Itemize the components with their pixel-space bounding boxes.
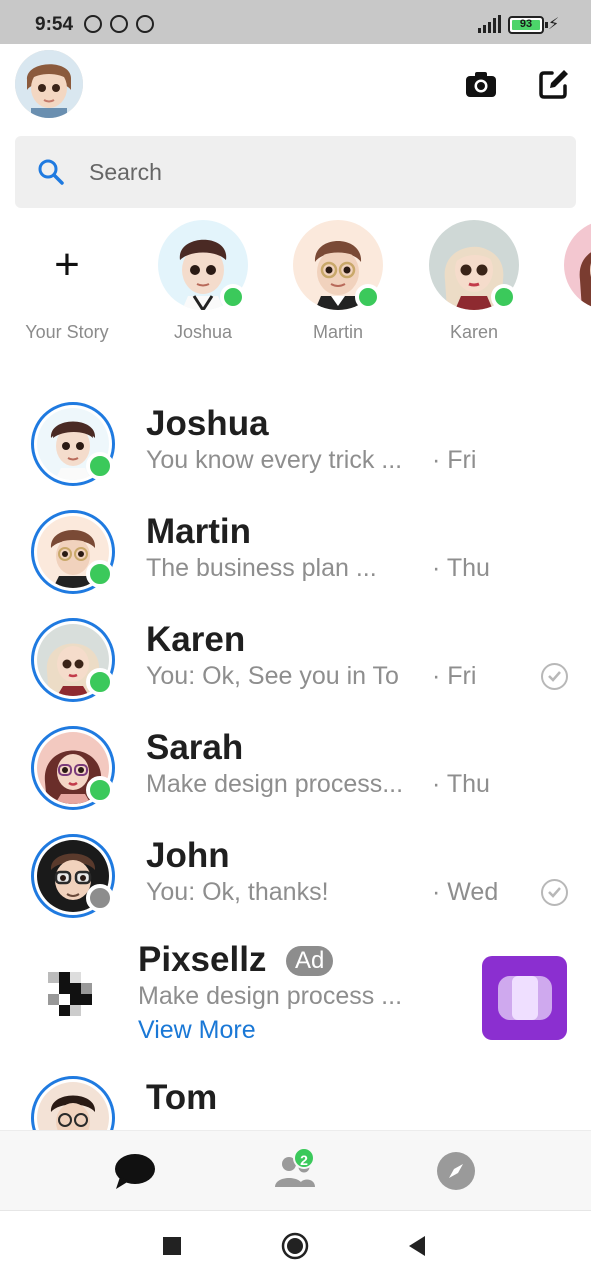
chat-name: Joshua	[146, 404, 269, 443]
away-indicator	[86, 884, 114, 912]
profile-avatar[interactable]	[15, 50, 83, 118]
chat-time: · Fri	[432, 446, 477, 474]
search-icon	[38, 159, 64, 185]
add-story-icon: +	[54, 240, 80, 289]
chat-time: · Thu	[432, 770, 490, 798]
ad-row-pixsellz[interactable]: Pixsellz Ad Make design process ... View…	[0, 930, 591, 1060]
ad-thumbnail[interactable]	[482, 956, 567, 1040]
chat-preview: Make design process...	[146, 770, 404, 798]
bottom-tab-bar: 2	[0, 1130, 591, 1210]
chat-row-martin[interactable]: Martin The business plan ... · Thu	[0, 498, 591, 606]
chat-name: Sarah	[146, 728, 244, 767]
chat-name: Martin	[146, 512, 251, 551]
tab-discover[interactable]	[426, 1145, 486, 1197]
camera-button[interactable]	[463, 66, 499, 102]
alarm-icon	[84, 15, 102, 33]
square-icon	[163, 1237, 181, 1255]
pixsellz-logo-icon	[48, 972, 92, 1016]
ad-badge: Ad	[286, 946, 334, 976]
chat-time: · Wed	[432, 878, 499, 906]
story-name: S	[549, 322, 591, 343]
online-indicator	[86, 560, 114, 588]
back-triangle-icon	[409, 1236, 425, 1256]
chat-row-karen[interactable]: Karen You: Ok, See you in To · Fri	[0, 606, 591, 714]
home-button[interactable]	[280, 1231, 310, 1261]
search-bar[interactable]	[15, 136, 576, 208]
story-name: Karen	[449, 322, 499, 342]
camera-icon	[466, 72, 496, 97]
online-indicator	[86, 452, 114, 480]
compose-button[interactable]	[536, 66, 572, 102]
chat-preview: You: Ok, thanks!	[146, 878, 329, 906]
tab-people[interactable]: 2	[265, 1145, 325, 1197]
story-name: Joshua	[173, 322, 233, 342]
compose-icon	[539, 70, 568, 99]
back-button[interactable]	[402, 1231, 432, 1261]
recents-button[interactable]	[157, 1231, 187, 1261]
online-indicator	[220, 284, 246, 310]
chat-name: Karen	[146, 620, 246, 659]
chat-list: Joshua You know every trick ... · Fri Ma…	[0, 390, 591, 1130]
system-nav-bar	[0, 1210, 591, 1280]
tab-chats[interactable]	[104, 1145, 164, 1197]
charging-icon: ⚡	[548, 16, 560, 33]
compass-icon	[437, 1152, 475, 1190]
chat-time: · Fri	[432, 662, 477, 690]
battery-level: 93	[519, 18, 533, 30]
online-indicator	[86, 776, 114, 804]
people-count-badge: 2	[293, 1147, 315, 1169]
story-name: Martin	[312, 322, 363, 342]
chat-name: Tom	[146, 1078, 218, 1117]
status-bar: 9:54 93 ⚡	[0, 0, 591, 44]
stories-row: + Your Story Joshua Martin Karen	[0, 214, 591, 354]
chat-preview: The business plan ...	[146, 554, 377, 582]
ad-name: Pixsellz	[138, 940, 267, 979]
vpn-icon	[110, 15, 128, 33]
chat-row-tom[interactable]: Tom	[0, 1064, 591, 1130]
seen-check-icon	[541, 663, 568, 690]
story-avatar	[564, 220, 591, 310]
search-input[interactable]	[89, 152, 549, 192]
seen-check-icon	[541, 879, 568, 906]
home-circle-icon	[281, 1232, 309, 1260]
chat-row-john[interactable]: John You: Ok, thanks! · Wed	[0, 822, 591, 930]
chat-bubble-icon	[115, 1154, 155, 1189]
chat-row-sarah[interactable]: Sarah Make design process... · Thu	[0, 714, 591, 822]
ad-preview: Make design process ...	[138, 982, 403, 1010]
signal-icon	[478, 15, 501, 33]
online-indicator	[491, 284, 517, 310]
online-indicator	[355, 284, 381, 310]
chat-preview: You: Ok, See you in To	[146, 662, 399, 690]
battery-icon: 93	[508, 16, 548, 34]
chat-name: John	[146, 836, 230, 875]
chat-row-joshua[interactable]: Joshua You know every trick ... · Fri	[0, 390, 591, 498]
app-header	[0, 44, 591, 130]
online-indicator	[86, 668, 114, 696]
chat-time: · Thu	[432, 554, 490, 582]
chat-preview: You know every trick ...	[146, 446, 403, 474]
status-time: 9:54	[35, 14, 74, 35]
vpn-icon	[136, 15, 154, 33]
chat-avatar	[31, 1076, 115, 1130]
story-name: Your Story	[25, 322, 109, 342]
view-more-link[interactable]: View More	[138, 1016, 256, 1045]
